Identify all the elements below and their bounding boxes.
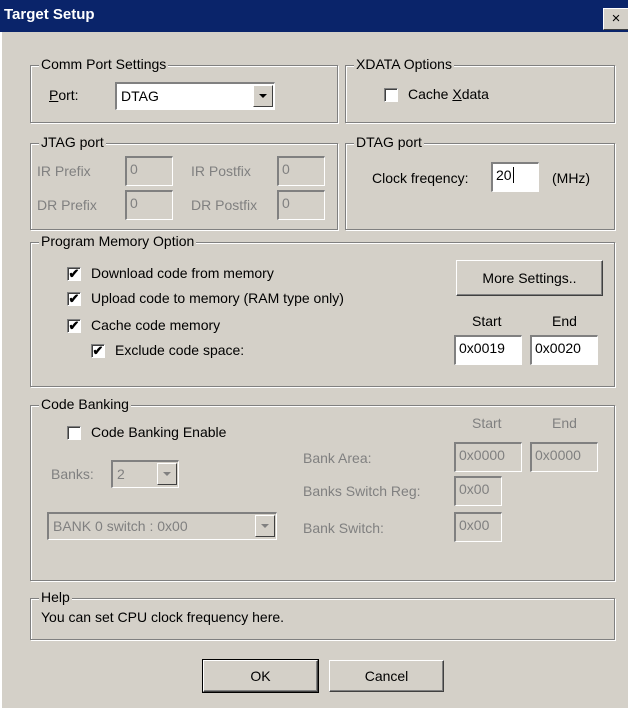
bank-area-start-field[interactable]: 0x0000 (454, 442, 522, 472)
code-banking-group: Code Banking Code Banking Enable Banks: … (30, 396, 615, 581)
check-icon: ✔ (68, 318, 80, 333)
chevron-down-icon[interactable] (157, 463, 177, 485)
cache-code-checkbox[interactable]: ✔ (67, 319, 81, 333)
download-code-label: Download code from memory (91, 265, 274, 281)
code-banking-enable-checkbox[interactable] (67, 426, 81, 440)
dtag-group: DTAG port Clock freqency: 20 (MHz) (345, 134, 615, 230)
xdata-legend: XDATA Options (354, 56, 454, 72)
ok-button[interactable]: OK (202, 659, 319, 693)
cache-xdata-label: Cache Xdata (408, 86, 489, 102)
target-setup-dialog: Comm Port Settings Port: DTAG XDATA Opti… (0, 32, 628, 708)
cache-xdata-checkbox[interactable] (384, 88, 398, 102)
ir-prefix-field[interactable]: 0 (125, 156, 173, 186)
mhz-unit-label: (MHz) (552, 170, 591, 186)
port-label: Port: (49, 87, 79, 103)
cancel-label: Cancel (364, 668, 409, 684)
xdata-group: XDATA Options Cache Xdata (345, 56, 615, 123)
ir-postfix-field[interactable]: 0 (277, 156, 325, 186)
clock-frequency-value: 20 (496, 167, 512, 183)
ir-postfix-label: IR Postfix (191, 163, 251, 179)
jtag-group: JTAG port IR Prefix 0 IR Postfix 0 DR Pr… (30, 134, 338, 230)
cache-code-label: Cache code memory (91, 317, 221, 333)
dr-prefix-field[interactable]: 0 (125, 190, 173, 220)
dr-postfix-field[interactable]: 0 (277, 190, 325, 220)
banks-switch-reg-label: Banks Switch Reg: (303, 483, 421, 499)
ir-postfix-value: 0 (282, 161, 290, 177)
window-title: Target Setup (4, 6, 95, 23)
pm-start-label: Start (472, 313, 502, 329)
dr-prefix-label: DR Prefix (37, 197, 97, 213)
pm-end-input[interactable]: 0x0020 (530, 335, 598, 365)
pm-end-label: End (552, 313, 577, 329)
ir-prefix-label: IR Prefix (37, 163, 91, 179)
banks-switch-reg-field[interactable]: 0x00 (454, 476, 502, 506)
bank-switch-label: Bank Switch: (303, 520, 384, 536)
program-memory-legend: Program Memory Option (39, 233, 197, 249)
dr-prefix-value: 0 (130, 195, 138, 211)
cb-start-label: Start (472, 415, 502, 431)
chevron-down-icon[interactable] (255, 515, 275, 537)
check-icon: ✔ (68, 266, 80, 281)
help-group: Help You can set CPU clock frequency her… (30, 589, 615, 640)
bank-switch-select-value: BANK 0 switch : 0x00 (53, 518, 188, 534)
banks-select[interactable]: 2 (111, 460, 179, 488)
banks-switch-reg-value: 0x00 (459, 481, 490, 497)
code-banking-legend: Code Banking (39, 396, 131, 412)
download-code-checkbox[interactable]: ✔ (67, 267, 81, 281)
pm-end-value: 0x0020 (535, 340, 581, 356)
clock-frequency-label: Clock freqency: (372, 170, 469, 186)
bank-switch-field[interactable]: 0x00 (454, 512, 502, 542)
code-banking-enable-label: Code Banking Enable (91, 424, 227, 440)
port-select[interactable]: DTAG (115, 82, 275, 110)
close-button[interactable]: × (603, 8, 628, 30)
port-select-value: DTAG (121, 88, 159, 104)
chevron-down-icon[interactable] (253, 85, 273, 107)
program-memory-group: Program Memory Option ✔ Download code fr… (30, 233, 615, 387)
pm-start-input[interactable]: 0x0019 (454, 335, 522, 365)
bank-area-label: Bank Area: (303, 450, 372, 466)
close-icon: × (611, 10, 621, 27)
title-bar: Target Setup × (0, 0, 628, 32)
bank-switch-value: 0x00 (459, 517, 490, 533)
cb-end-label: End (552, 415, 577, 431)
jtag-legend: JTAG port (39, 134, 106, 150)
check-icon: ✔ (68, 291, 80, 306)
more-settings-label: More Settings.. (482, 270, 577, 286)
dr-postfix-value: 0 (282, 195, 290, 211)
ir-prefix-value: 0 (130, 161, 138, 177)
dtag-legend: DTAG port (354, 134, 424, 150)
pm-start-value: 0x0019 (459, 340, 505, 356)
bank-area-start-value: 0x0000 (459, 447, 505, 463)
cancel-button[interactable]: Cancel (329, 660, 444, 692)
ok-label: OK (250, 668, 271, 684)
check-icon: ✔ (92, 343, 104, 358)
bank-area-end-field[interactable]: 0x0000 (530, 442, 598, 472)
banks-label: Banks: (51, 466, 94, 482)
exclude-code-space-checkbox[interactable]: ✔ (91, 344, 105, 358)
dr-postfix-label: DR Postfix (191, 197, 258, 213)
upload-code-checkbox[interactable]: ✔ (67, 292, 81, 306)
exclude-code-space-label: Exclude code space: (115, 342, 245, 358)
more-settings-button[interactable]: More Settings.. (456, 260, 603, 296)
comm-port-group: Comm Port Settings Port: DTAG (30, 56, 338, 123)
clock-frequency-input[interactable]: 20 (491, 162, 539, 192)
help-text: You can set CPU clock frequency here. (41, 609, 285, 625)
upload-code-label: Upload code to memory (RAM type only) (91, 290, 344, 306)
bank-switch-select[interactable]: BANK 0 switch : 0x00 (47, 512, 277, 540)
comm-port-legend: Comm Port Settings (39, 56, 169, 72)
bank-area-end-value: 0x0000 (535, 447, 581, 463)
help-legend: Help (39, 589, 72, 605)
banks-select-value: 2 (117, 466, 125, 482)
